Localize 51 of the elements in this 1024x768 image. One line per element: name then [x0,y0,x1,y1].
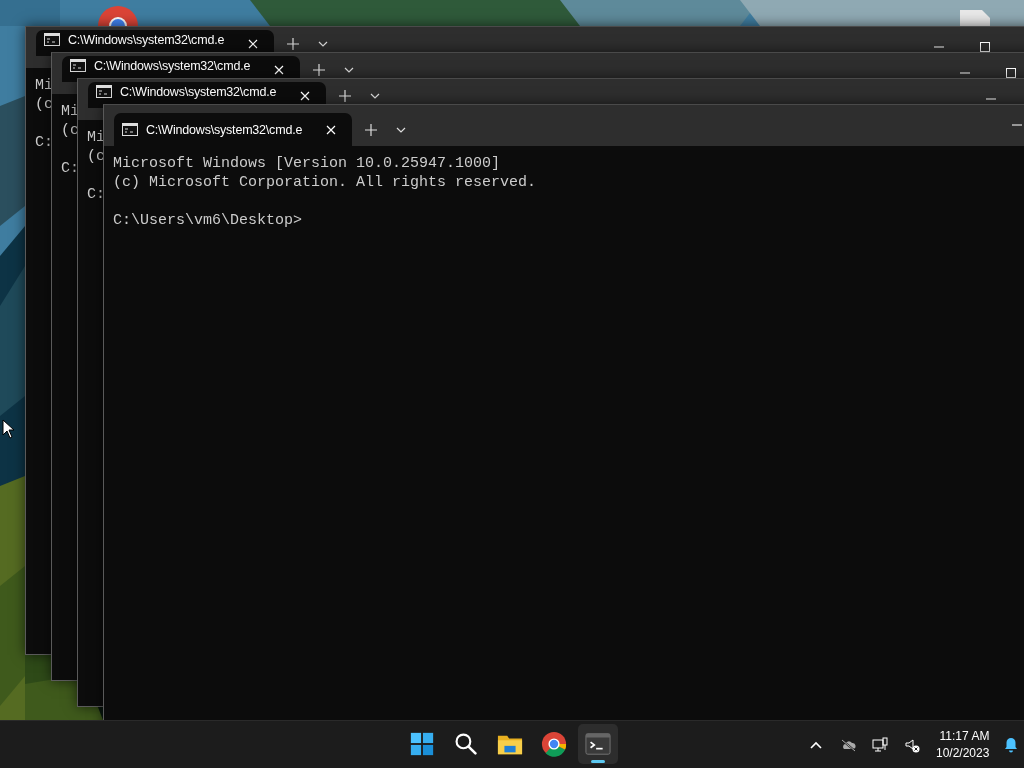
command-prompt[interactable]: C: [35,133,53,152]
console-text: (c [61,121,79,140]
maximize-button[interactable] [1003,65,1019,81]
clock[interactable]: 11:17 AM 10/2/2023 [934,727,992,762]
tab-title: C:\Windows\system32\cmd.e [94,59,252,73]
bell-icon [1003,736,1020,753]
close-icon [300,91,310,101]
command-prompt-icon [44,33,60,46]
console-text: Mi [35,76,53,95]
terminal-button[interactable] [578,724,618,764]
command-prompt[interactable]: C: [87,185,105,204]
network-icon [872,736,888,753]
close-icon [326,124,336,135]
minimize-icon [934,46,944,48]
tab-title: C:\Windows\system32\cmd.e [120,85,278,99]
caret-icon [370,93,380,99]
command-prompt[interactable]: C:\Users\vm6\Desktop> [113,211,303,230]
command-prompt-icon [96,85,112,98]
plus-icon [339,90,351,102]
maximize-button[interactable] [977,39,993,55]
console-text: Mi [87,128,105,147]
terminal-tab[interactable]: C:\Windows\system32\cmd.e [114,113,352,146]
search-icon [454,732,478,756]
tab-title: C:\Windows\system32\cmd.e [68,33,226,47]
cloud-off-icon [840,736,856,753]
console-text: Mi [61,102,79,121]
maximize-icon [1006,68,1016,78]
maximize-icon [980,42,990,52]
command-prompt[interactable]: C: [61,159,79,178]
caret-icon [318,41,328,47]
plus-icon [313,64,325,76]
volume-muted-icon [904,736,920,753]
caret-icon [344,67,354,73]
console-text: (c [87,147,105,166]
caret-icon [396,126,406,133]
minimize-icon [986,98,996,100]
command-prompt-icon [122,123,138,136]
windows-logo-icon [409,731,435,757]
console-text: (c) Microsoft Corporation. All rights reserved. [113,173,537,192]
console-text: Microsoft Windows [Version 10.0.25947.1000] [113,154,501,173]
tab-title: C:\Windows\system32\cmd.e [146,122,304,137]
plus-icon [287,38,299,50]
browser-icon [541,731,567,757]
console-text: (c [35,95,53,114]
close-icon [248,39,258,49]
minimize-icon [1012,124,1022,126]
minimize-icon [960,72,970,74]
plus-icon [365,123,377,136]
terminal-icon [585,731,611,757]
command-prompt-icon [70,59,86,72]
close-icon [274,65,284,75]
